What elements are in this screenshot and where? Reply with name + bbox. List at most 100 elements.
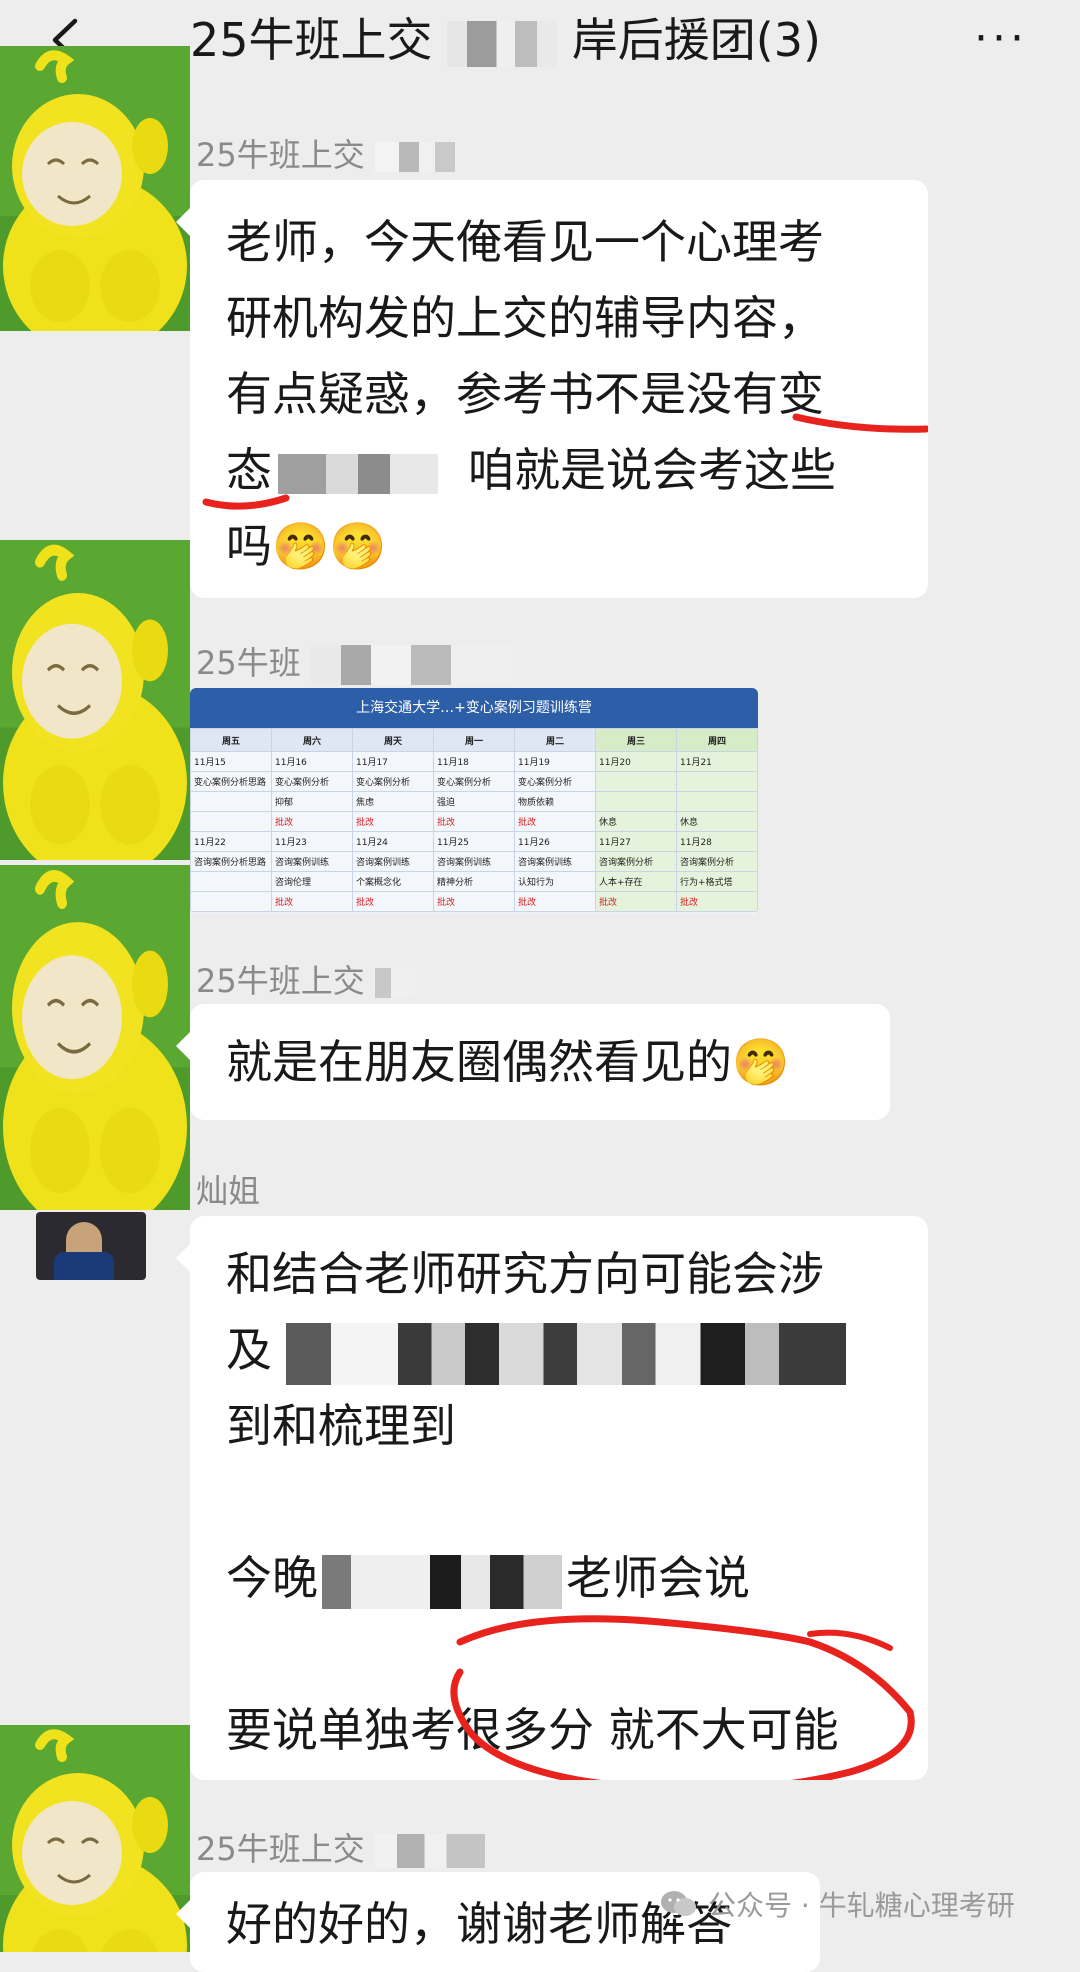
- message-line: 到和梳理到: [226, 1399, 456, 1453]
- schedule-cell: 11月22: [190, 831, 272, 852]
- redacted-mosaic: [286, 1322, 846, 1385]
- schedule-cell: 批改: [271, 891, 353, 912]
- schedule-cell: 咨询案例分析: [676, 851, 758, 872]
- schedule-title: 上海交通大学…+变心案例习题训练营: [190, 688, 758, 728]
- schedule-cell: 咨询案例分析思路: [190, 851, 272, 872]
- schedule-cell: [595, 791, 677, 812]
- chat-title-text: 25牛班上交: [190, 13, 433, 67]
- schedule-day-header: 周六: [271, 728, 353, 752]
- schedule-cell: 咨询案例训练: [433, 851, 515, 872]
- schedule-row: 批改 批改 批改 批改 休息 休息: [190, 811, 758, 832]
- schedule-cell: [190, 791, 272, 812]
- schedule-table: 周五 周六 周天 周一 周二 周三 周四 11月15 11月16 11月17 11月18 11月19…: [190, 728, 758, 912]
- message-bubble[interactable]: 和结合老师研究方向可能会涉 及 到和梳理到 今晚 老师会说 要说单独考很多分 就不…: [176, 1216, 928, 1780]
- schedule-row: 11月15 11月16 11月17 11月18 11月19 11月20 11月21: [190, 751, 758, 772]
- watermark-text: 公众号 · 牛轧糖心理考研: [708, 1889, 1015, 1922]
- schedule-cell: 批改: [595, 891, 677, 912]
- schedule-cell: 11月19: [514, 751, 596, 772]
- schedule-row: 批改 批改 批改 批改 批改 批改: [190, 891, 758, 912]
- schedule-image[interactable]: 上海交通大学…+变心案例习题训练营 周五 周六 周天 周一 周二 周三 周四 11月15 11…: [190, 688, 758, 914]
- schedule-cell: 认知行为: [514, 871, 596, 892]
- redacted-mosaic: [278, 453, 438, 494]
- title-mosaic: [447, 20, 558, 67]
- schedule-day-header: 周三: [595, 728, 677, 752]
- sender-name: 25牛班: [196, 638, 511, 685]
- schedule-cell: 抑郁: [271, 791, 353, 812]
- message-line: 吗🤭🤭: [226, 519, 387, 573]
- schedule-cell: 批改: [271, 811, 353, 832]
- avatar[interactable]: [0, 46, 190, 331]
- schedule-header-row: 周五 周六 周天 周一 周二 周三 周四: [190, 728, 758, 752]
- schedule-day-header: 周四: [676, 728, 758, 752]
- message-bubble[interactable]: 老师，今天俺看见一个心理考 研机构发的上交的辅导内容， 有点疑惑，参考书不是没有…: [176, 180, 928, 598]
- chat-title-tail: 岸后援团(3): [571, 13, 821, 67]
- sender-mosaic: [374, 1834, 485, 1868]
- schedule-cell: 11月15: [190, 751, 272, 772]
- message-line: 老师，今天俺看见一个心理考: [226, 215, 824, 269]
- avatar[interactable]: [0, 1725, 190, 1952]
- schedule-cell: 变心案例分析: [352, 771, 434, 792]
- schedule-cell: 行为+格式塔: [676, 871, 758, 892]
- message-line: 好的好的，谢谢老师解答: [226, 1897, 732, 1951]
- avatar[interactable]: [0, 540, 190, 860]
- wechat-icon: [661, 1891, 696, 1916]
- schedule-cell: 物质依赖: [514, 791, 596, 812]
- schedule-cell: [676, 771, 758, 792]
- message-line: 和结合老师研究方向可能会涉: [226, 1247, 824, 1301]
- schedule-cell: 11月23: [271, 831, 353, 852]
- message-line: 今晚 老师会说: [226, 1540, 906, 1616]
- schedule-cell: 个案概念化: [352, 871, 434, 892]
- schedule-cell: 11月27: [595, 831, 677, 852]
- schedule-day-header: 周一: [433, 728, 515, 752]
- sender-name: 25牛班上交: [196, 956, 415, 1002]
- avatar[interactable]: [0, 865, 190, 1210]
- schedule-cell: 11月24: [352, 831, 434, 852]
- schedule-row: 抑郁 焦虑 强迫 物质依赖: [190, 791, 758, 812]
- schedule-cell: 咨询案例训练: [514, 851, 596, 872]
- schedule-cell: 批改: [433, 811, 515, 832]
- more-button[interactable]: ···: [974, 14, 1028, 64]
- schedule-cell: 11月26: [514, 831, 596, 852]
- sender-name: 25牛班上交: [196, 1824, 485, 1870]
- schedule-cell: 11月18: [433, 751, 515, 772]
- schedule-cell: 批改: [433, 891, 515, 912]
- message-line: 研机构发的上交的辅导内容，: [226, 291, 824, 345]
- schedule-cell: 变心案例分析思路: [190, 771, 272, 792]
- sender-mosaic: [310, 645, 511, 685]
- schedule-cell: 11月28: [676, 831, 758, 852]
- message-line: 及: [226, 1312, 906, 1388]
- schedule-cell: 休息: [595, 811, 677, 832]
- redacted-mosaic: [322, 1554, 562, 1609]
- schedule-cell: 批改: [676, 891, 758, 912]
- schedule-row: 11月22 11月23 11月24 11月25 11月26 11月27 11月28: [190, 831, 758, 852]
- schedule-cell: [595, 771, 677, 792]
- schedule-cell: 批改: [514, 891, 596, 912]
- schedule-cell: 变心案例分析: [271, 771, 353, 792]
- schedule-cell: [190, 811, 272, 832]
- schedule-cell: 11月21: [676, 751, 758, 772]
- schedule-cell: [190, 891, 272, 912]
- message-line: 态咱就是说会考这些: [226, 443, 836, 497]
- schedule-cell: 人本+存在: [595, 871, 677, 892]
- schedule-cell: 焦虑: [352, 791, 434, 812]
- message-line: 就是在朋友圈偶然看见的🤭: [226, 1035, 790, 1089]
- sender-mosaic: [374, 142, 455, 172]
- avatar-canjie[interactable]: [36, 1212, 146, 1280]
- message-bubble[interactable]: 就是在朋友圈偶然看见的🤭: [176, 1004, 890, 1120]
- sender-name: 25牛班上交: [196, 130, 455, 176]
- schedule-row: 变心案例分析思路 变心案例分析 变心案例分析 变心案例分析 变心案例分析: [190, 771, 758, 792]
- schedule-cell: 精神分析: [433, 871, 515, 892]
- message-line: 要说单独考很多分 就不大可能: [226, 1703, 839, 1757]
- schedule-cell: 11月20: [595, 751, 677, 772]
- message-line: 有点疑惑，参考书不是没有变: [226, 367, 824, 421]
- schedule-cell: [190, 871, 272, 892]
- schedule-cell: 批改: [352, 811, 434, 832]
- schedule-cell: 11月25: [433, 831, 515, 852]
- sender-name: 灿姐: [196, 1172, 261, 1210]
- sender-mosaic: [374, 968, 415, 998]
- schedule-cell: 强迫: [433, 791, 515, 812]
- schedule-cell: 咨询案例分析: [595, 851, 677, 872]
- schedule-cell: 咨询案例训练: [352, 851, 434, 872]
